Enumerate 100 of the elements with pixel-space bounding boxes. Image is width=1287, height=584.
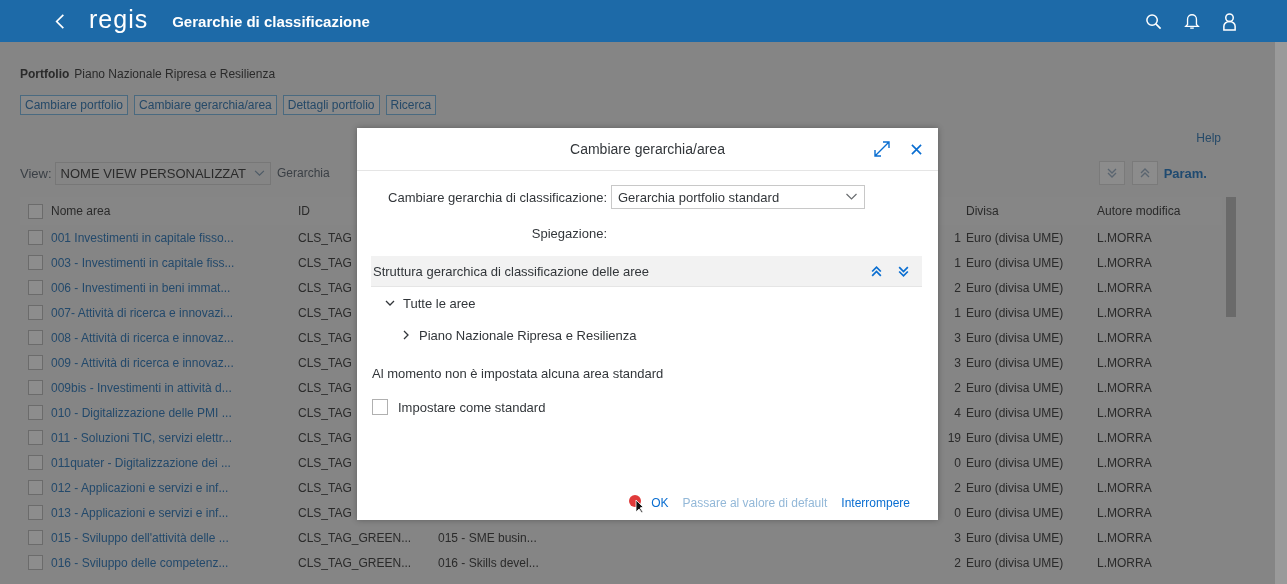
toolbar-button[interactable]: Cambiare portfolio [20, 95, 129, 115]
area-link[interactable]: 007- Attività di ricerca e innovazi... [51, 305, 234, 320]
table-cell: Euro (divisa UME) [966, 380, 1064, 395]
tree-node[interactable]: Piano Nazionale Ripresa e Resilienza [419, 327, 637, 343]
row-checkbox[interactable] [28, 505, 43, 520]
param-link[interactable]: Param. [1163, 165, 1207, 181]
checkbox[interactable] [372, 399, 388, 415]
resize-icon[interactable] [874, 141, 890, 157]
table-cell: 1 [954, 255, 961, 270]
row-checkbox[interactable] [28, 330, 43, 345]
area-link[interactable]: 001 Investimenti in capitale fisso... [51, 230, 234, 245]
table-cell: CLS_TAG [298, 455, 352, 470]
explanation-label: Spiegazione: [530, 225, 607, 241]
tree-title: Struttura gerarchica di classificazione delle aree [373, 263, 650, 279]
table-cell: L.MORRA [1097, 280, 1152, 295]
help-link[interactable]: Help [1196, 131, 1221, 145]
checkbox-label: Impostare come standard [398, 399, 546, 415]
area-link[interactable]: 003 - Investimenti in capitale fiss... [51, 255, 235, 270]
table-cell: L.MORRA [1097, 330, 1152, 345]
area-link[interactable]: 009bis - Investimenti in attività d... [51, 380, 232, 395]
row-checkbox[interactable] [28, 530, 43, 545]
view-label: View: [20, 165, 52, 181]
table-cell: 0 [954, 505, 961, 520]
row-checkbox[interactable] [28, 355, 43, 370]
toolbar-button[interactable]: Cambiare gerarchia/area [134, 95, 277, 115]
row-checkbox[interactable] [28, 305, 43, 320]
area-link[interactable]: 015 - Sviluppo dell'attività delle ... [51, 530, 229, 545]
select-all-checkbox[interactable] [28, 203, 43, 219]
area-link[interactable]: 011quater - Digitalizzazione dei ... [51, 455, 231, 470]
table-cell: 2 [954, 555, 961, 570]
page-scrollbar[interactable] [1275, 42, 1287, 584]
table-cell: L.MORRA [1097, 380, 1152, 395]
table-cell: CLS_TAG [298, 230, 352, 245]
table-cell: 3 [954, 355, 961, 370]
row-checkbox[interactable] [28, 430, 43, 445]
table-cell: Euro (divisa UME) [966, 405, 1064, 420]
dialog-button[interactable]: Interrompere [841, 496, 910, 510]
expand-all-icon[interactable] [897, 264, 910, 278]
double-chevron-down-icon [1105, 167, 1118, 179]
row-checkbox[interactable] [28, 405, 43, 420]
table-cell: CLS_TAG [298, 355, 352, 370]
chevron-right-icon[interactable] [401, 330, 411, 340]
table-cell: L.MORRA [1097, 530, 1152, 545]
table-cell: 3 [954, 530, 961, 545]
view-dropdown[interactable]: NOME VIEW PERSONALIZZAT [54, 161, 271, 185]
column-header: Nome area [51, 204, 111, 218]
toolbar-button[interactable]: Ricerca [385, 95, 437, 115]
row-checkbox[interactable] [28, 255, 43, 270]
row-checkbox[interactable] [28, 280, 43, 295]
area-link[interactable]: 006 - Investimenti in beni immat... [51, 280, 231, 295]
dialog-title: Cambiare gerarchia/area [570, 141, 725, 157]
table-cell: CLS_TAG_GREEN... [298, 555, 412, 570]
table-cell: CLS_TAG [298, 305, 352, 320]
dialog-button[interactable]: OK [651, 496, 669, 510]
table-cell: CLS_TAG [298, 330, 352, 345]
area-link[interactable]: 016 - Sviluppo delle competenz... [51, 555, 229, 570]
column-header: ID [298, 204, 310, 218]
table-cell: 2 [954, 280, 961, 295]
double-chevron-up-icon [1138, 167, 1151, 179]
table-cell: L.MORRA [1097, 430, 1152, 445]
expand-all-button[interactable] [1098, 161, 1125, 185]
user-icon[interactable] [1222, 11, 1237, 31]
table-cell: CLS_TAG [298, 505, 352, 520]
table-cell: L.MORRA [1097, 255, 1152, 270]
table-cell: 016 - Skills devel... [438, 555, 539, 570]
collapse-all-icon[interactable] [870, 264, 883, 278]
back-icon[interactable] [55, 12, 65, 30]
row-checkbox[interactable] [28, 555, 43, 570]
area-link[interactable]: 011 - Soluzioni TIC, servizi elettr... [51, 430, 232, 445]
table-cell: L.MORRA [1097, 480, 1152, 495]
chevron-down-icon [253, 169, 265, 177]
area-link[interactable]: 010 - Digitalizzazione delle PMI ... [51, 405, 232, 420]
chevron-down-icon[interactable] [385, 298, 395, 308]
area-link[interactable]: 012 - Applicazioni e servizi e inf... [51, 480, 229, 495]
tree-node[interactable]: Tutte le aree [403, 295, 476, 311]
table-cell: CLS_TAG [298, 380, 352, 395]
row-checkbox[interactable] [28, 380, 43, 395]
row-checkbox[interactable] [28, 480, 43, 495]
scrollbar-thumb[interactable] [1226, 197, 1236, 317]
table-cell: L.MORRA [1097, 230, 1152, 245]
area-link[interactable]: 008 - Attività di ricerca e innovaz... [51, 330, 234, 345]
table-cell: 1 [954, 305, 961, 320]
table-cell: L.MORRA [1097, 505, 1152, 520]
search-icon[interactable] [1145, 12, 1162, 30]
table-cell: 015 - SME busin... [438, 530, 537, 545]
area-link[interactable]: 009 - Attività di ricerca e innovaz... [51, 355, 234, 370]
info-message: Al momento non è impostata alcuna area standard [372, 366, 665, 381]
row-checkbox[interactable] [28, 455, 43, 470]
row-checkbox[interactable] [28, 230, 43, 245]
table-cell: Euro (divisa UME) [966, 455, 1064, 470]
app-logo[interactable]: regis [89, 4, 149, 34]
table-cell: CLS_TAG [298, 280, 352, 295]
area-link[interactable]: 013 - Applicazioni e servizi e inf... [51, 505, 229, 520]
toolbar-button[interactable]: Dettagli portfolio [282, 95, 380, 115]
hierarchy-dropdown[interactable]: Gerarchia portfolio standard [611, 185, 865, 209]
column-header: Divisa [966, 204, 999, 218]
bell-icon[interactable] [1184, 12, 1200, 30]
collapse-all-button[interactable] [1131, 161, 1158, 185]
table-cell: 1 [954, 230, 961, 245]
close-icon[interactable] [911, 144, 922, 155]
